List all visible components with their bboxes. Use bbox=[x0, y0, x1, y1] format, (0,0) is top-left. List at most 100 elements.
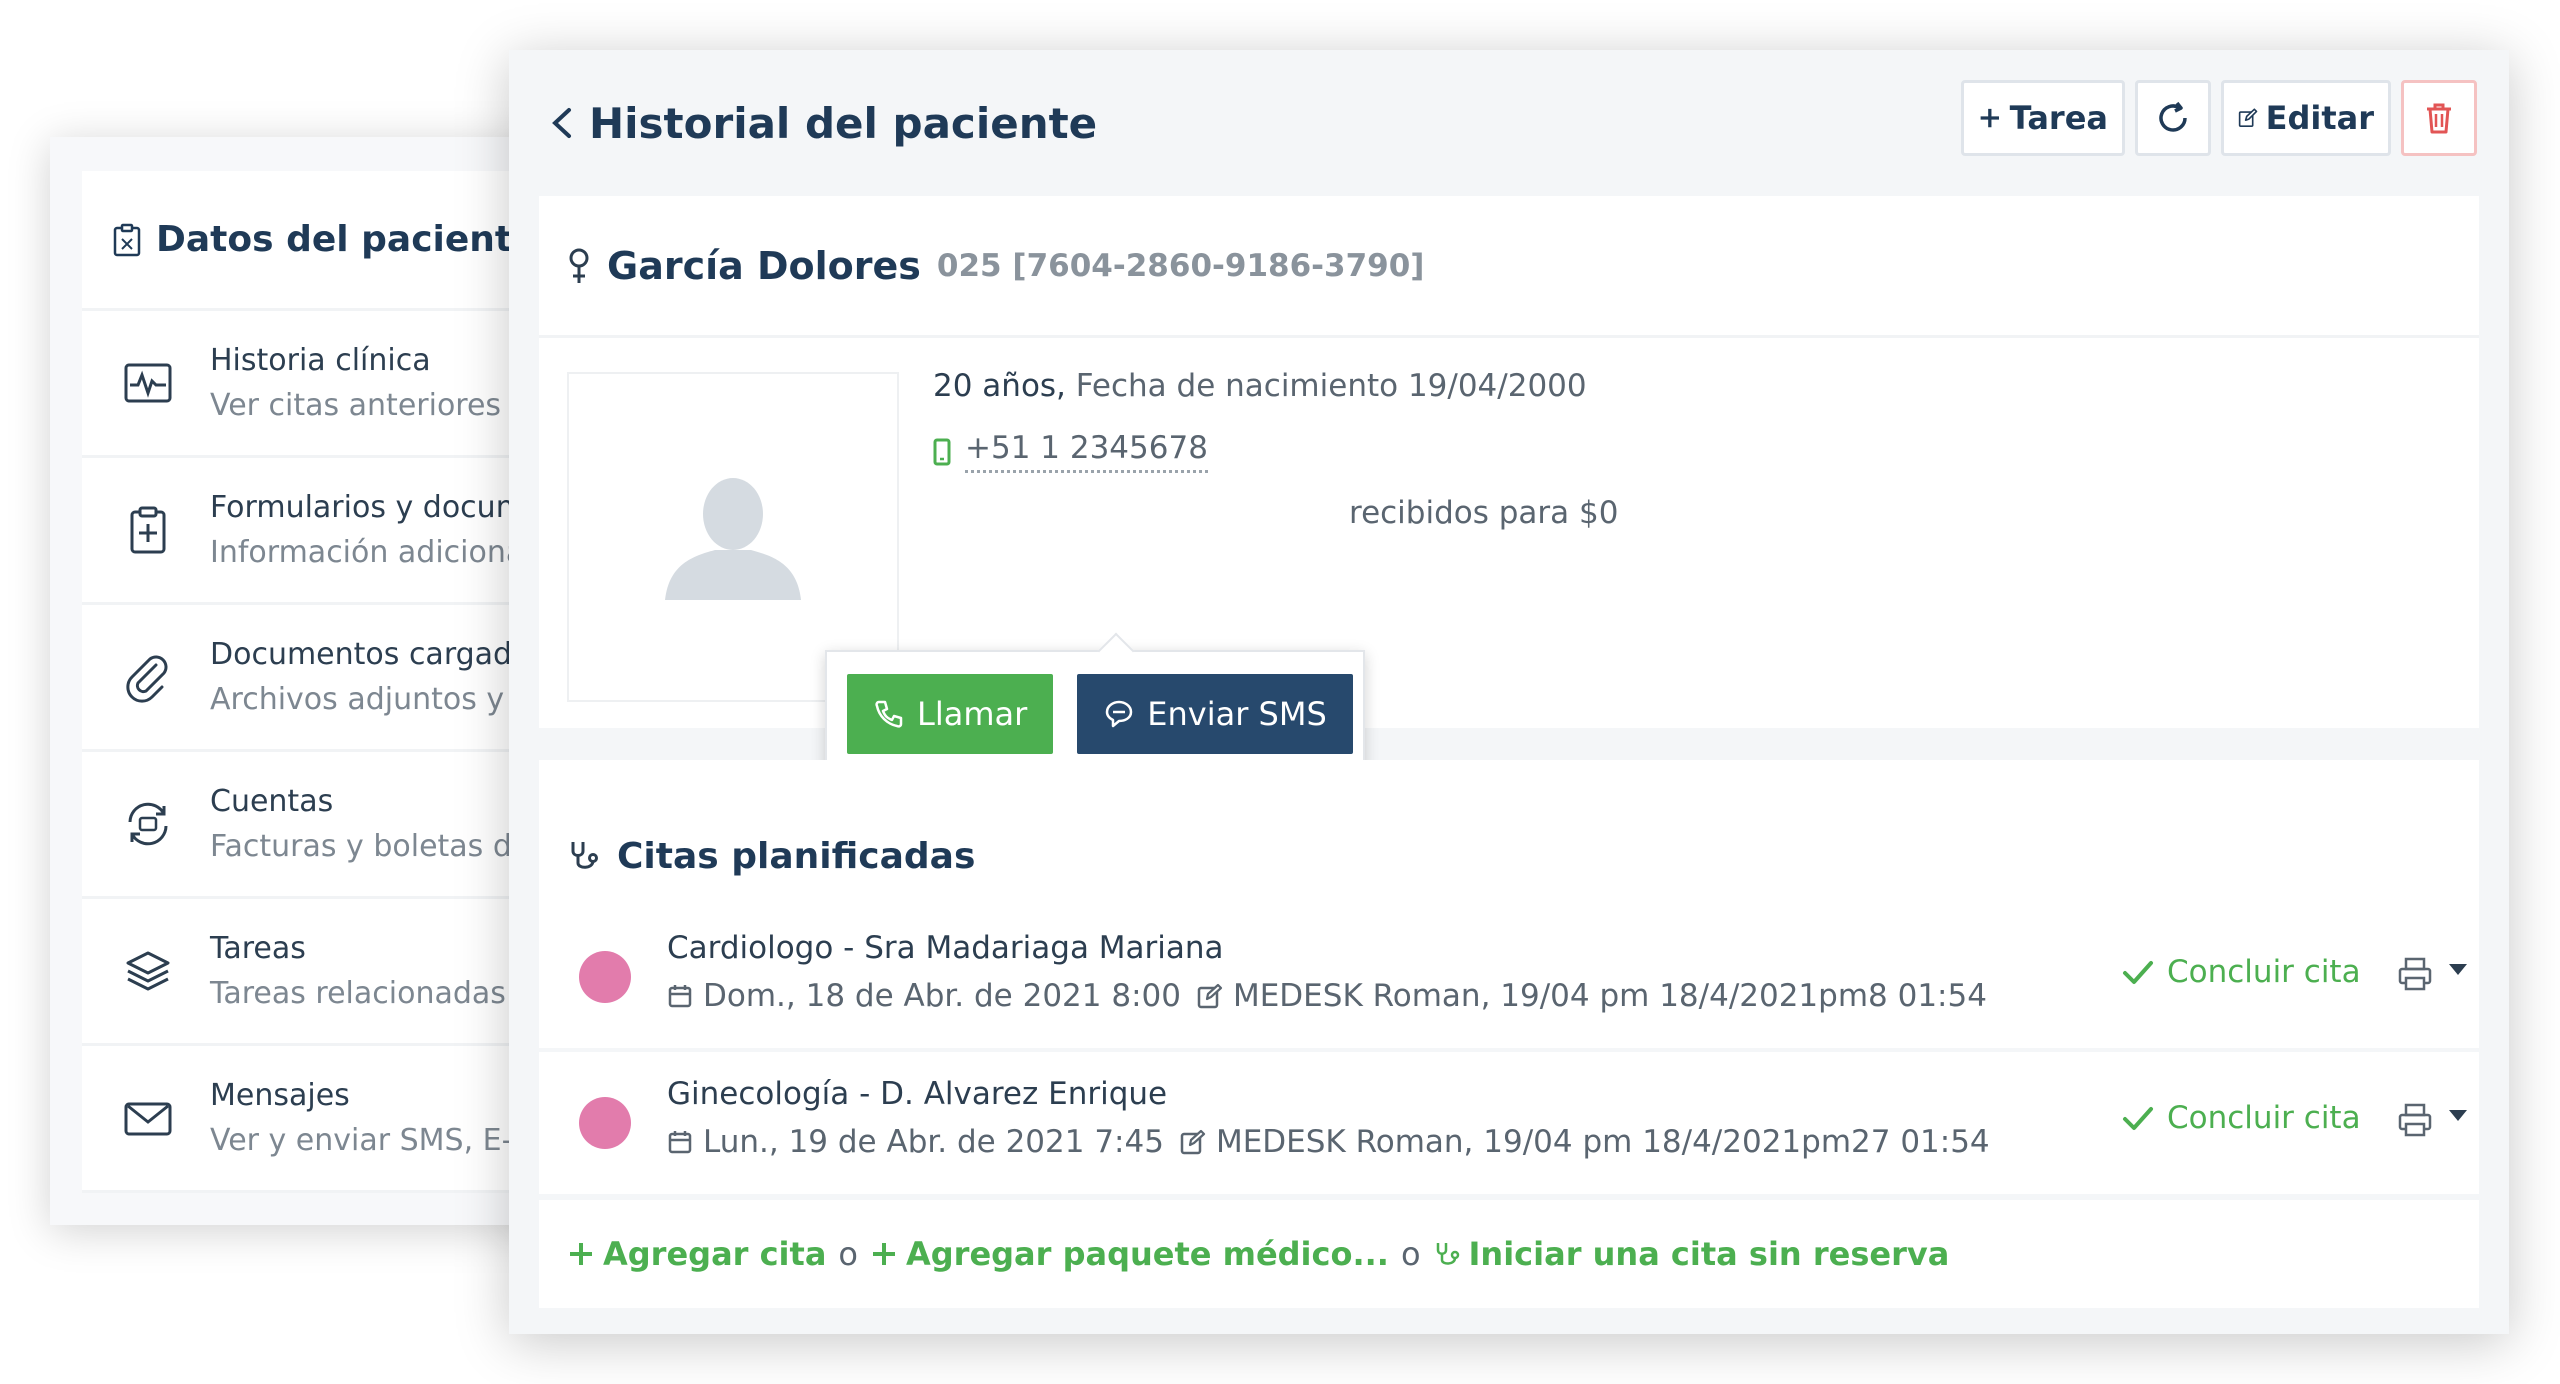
patient-data-panel: Datos del paciente Historia clínica Ver … bbox=[50, 137, 570, 1225]
separator-or: o bbox=[838, 1235, 858, 1273]
refresh-cash-icon bbox=[128, 802, 168, 846]
sidebar-item-subtitle: Facturas y boletas de bbox=[210, 829, 531, 864]
plus-icon bbox=[1980, 108, 1999, 128]
sidebar-item-subtitle: Ver citas anteriores bbox=[210, 388, 502, 423]
appointment-date: Dom., 18 de Abr. de 2021 8:00 bbox=[703, 978, 1181, 1014]
appointment-status-dot bbox=[579, 951, 631, 1003]
patient-birthdate: Fecha de nacimiento 19/04/2000 bbox=[1075, 368, 1587, 404]
appointment-actions: Agregar cita o Agregar paquete médico...… bbox=[539, 1200, 2479, 1308]
page-title: Historial del paciente bbox=[589, 98, 1098, 148]
patient-name-row: García Dolores 025 [7604-2860-9186-3790] bbox=[539, 196, 2479, 338]
payments-text: recibidos para $0 bbox=[1349, 495, 1619, 531]
trash-icon bbox=[2427, 103, 2451, 134]
heart-monitor-icon bbox=[124, 363, 172, 403]
stethoscope-icon bbox=[571, 842, 598, 869]
walk-in-appointment-label: Iniciar una cita sin reserva bbox=[1468, 1235, 1950, 1273]
layers-icon bbox=[126, 951, 170, 991]
appointment-row[interactable]: Cardiologo - Sra Madariaga Mariana Dom.,… bbox=[539, 906, 2479, 1048]
add-task-button[interactable]: Tarea bbox=[1961, 80, 2125, 156]
toolbar: Tarea Editar bbox=[1961, 80, 2477, 156]
walk-in-appointment-link[interactable]: Iniciar una cita sin reserva bbox=[1433, 1235, 1950, 1273]
add-medical-package-link[interactable]: Agregar paquete médico... bbox=[870, 1235, 1389, 1273]
appointment-details: Dom., 18 de Abr. de 2021 8:00 MEDESK Rom… bbox=[667, 978, 1987, 1014]
caret-down-icon[interactable] bbox=[2449, 1110, 2467, 1122]
sidebar-item-subtitle: Ver y enviar SMS, E-m bbox=[210, 1123, 542, 1158]
sidebar-item-tasks[interactable]: Tareas Tareas relacionadas bbox=[82, 899, 570, 1046]
printer-icon[interactable] bbox=[2397, 956, 2433, 992]
patient-age: 20 años, bbox=[933, 368, 1066, 404]
calendar-icon bbox=[668, 985, 692, 1008]
sidebar-item-title: Documentos cargad bbox=[210, 637, 513, 672]
separator-or: o bbox=[1400, 1235, 1421, 1273]
refresh-button[interactable] bbox=[2135, 80, 2211, 156]
delete-button[interactable] bbox=[2401, 80, 2477, 156]
appointment-title: Cardiologo - Sra Madariaga Mariana bbox=[667, 930, 1224, 966]
sidebar-item-subtitle: Tareas relacionadas bbox=[210, 976, 506, 1011]
sidebar-item-title: Cuentas bbox=[210, 784, 334, 819]
sidebar-item-uploaded-documents[interactable]: Documentos cargad Archivos adjuntos y d bbox=[82, 605, 570, 752]
patient-history-panel: Historial del paciente Tarea Editar Garc… bbox=[509, 50, 2509, 1334]
appointment-title: Ginecología - D. Alvarez Enrique bbox=[667, 1076, 1168, 1112]
edit-icon bbox=[1180, 1129, 1206, 1155]
edit-icon bbox=[2238, 108, 2258, 127]
mobile-phone-icon bbox=[933, 438, 951, 465]
sidebar-item-title: Tareas bbox=[210, 931, 306, 966]
phone-icon bbox=[875, 700, 903, 728]
patient-id: 025 [7604-2860-9186-3790] bbox=[936, 247, 1425, 284]
patient-data-title: Datos del paciente bbox=[156, 219, 537, 260]
conclude-appointment-button[interactable]: Concluir cita bbox=[2121, 954, 2361, 990]
add-appointment-label: Agregar cita bbox=[603, 1235, 827, 1273]
appointment-meta: MEDESK Roman, 19/04 pm 18/4/2021pm27 01:… bbox=[1215, 1124, 1990, 1160]
sidebar-item-accounts[interactable]: Cuentas Facturas y boletas de bbox=[82, 752, 570, 899]
patient-phone[interactable]: +51 1 2345678 bbox=[965, 430, 1208, 473]
add-appointment-link[interactable]: Agregar cita bbox=[567, 1235, 826, 1273]
patient-name: García Dolores bbox=[607, 243, 921, 288]
edit-button[interactable]: Editar bbox=[2221, 80, 2391, 156]
chevron-left-icon[interactable] bbox=[549, 106, 575, 140]
sidebar-item-clinical-history[interactable]: Historia clínica Ver citas anteriores bbox=[82, 311, 570, 458]
female-icon bbox=[569, 248, 589, 283]
send-sms-button[interactable]: Enviar SMS bbox=[1077, 674, 1353, 754]
check-icon bbox=[2123, 1107, 2153, 1130]
add-medical-package-label: Agregar paquete médico... bbox=[905, 1235, 1389, 1273]
sidebar-item-title: Historia clínica bbox=[210, 343, 431, 378]
appointment-row[interactable]: Ginecología - D. Alvarez Enrique Lun., 1… bbox=[539, 1052, 2479, 1194]
envelope-icon bbox=[124, 1102, 172, 1136]
appointment-meta: MEDESK Roman, 19/04 pm 18/4/2021pm8 01:5… bbox=[1232, 978, 1987, 1014]
call-label: Llamar bbox=[917, 695, 1028, 733]
patient-phone-row: +51 1 2345678 bbox=[933, 430, 1618, 473]
patient-card: García Dolores 025 [7604-2860-9186-3790]… bbox=[539, 196, 2479, 778]
paperclip-icon bbox=[126, 655, 168, 703]
call-button[interactable]: Llamar bbox=[847, 674, 1054, 754]
plus-icon bbox=[872, 1243, 895, 1265]
sidebar-item-title: Mensajes bbox=[210, 1078, 350, 1113]
conclude-appointment-button[interactable]: Concluir cita bbox=[2121, 1100, 2361, 1136]
patient-payments: recibidos para $0 bbox=[933, 495, 1618, 531]
conclude-label: Concluir cita bbox=[2167, 954, 2361, 990]
patient-data-header: Datos del paciente bbox=[82, 171, 570, 311]
sidebar-item-subtitle: Información adiciona bbox=[210, 535, 525, 570]
plus-icon bbox=[570, 1243, 592, 1265]
clipboard-plus-icon bbox=[130, 506, 166, 554]
calendar-icon bbox=[668, 1131, 692, 1154]
appointments-title: Citas planificadas bbox=[617, 835, 976, 877]
caret-down-icon[interactable] bbox=[2449, 964, 2467, 976]
conclude-label: Concluir cita bbox=[2167, 1100, 2361, 1136]
appointment-details: Lun., 19 de Abr. de 2021 7:45 MEDESK Rom… bbox=[667, 1124, 1990, 1160]
printer-icon[interactable] bbox=[2397, 1102, 2433, 1138]
sidebar-item-subtitle: Archivos adjuntos y d bbox=[210, 682, 533, 717]
chat-bubbles-icon bbox=[1106, 700, 1133, 728]
patient-age-birth: 20 años, Fecha de nacimiento 19/04/2000 bbox=[933, 368, 1618, 404]
sidebar-item-messages[interactable]: Mensajes Ver y enviar SMS, E-m bbox=[82, 1046, 570, 1193]
appointment-date: Lun., 19 de Abr. de 2021 7:45 bbox=[703, 1124, 1164, 1160]
sidebar-item-forms[interactable]: Formularios y docum Información adiciona bbox=[82, 458, 570, 605]
appointment-status-dot bbox=[579, 1097, 631, 1149]
add-task-label: Tarea bbox=[2009, 99, 2108, 137]
sidebar-item-title: Formularios y docum bbox=[210, 490, 525, 525]
phone-actions-popover: Llamar Enviar SMS bbox=[825, 650, 1365, 778]
stethoscope-icon bbox=[1436, 1243, 1459, 1265]
patient-data-list: Datos del paciente Historia clínica Ver … bbox=[82, 171, 570, 1193]
send-sms-label: Enviar SMS bbox=[1147, 695, 1327, 733]
avatar-placeholder-icon bbox=[665, 478, 801, 600]
clipboard-icon bbox=[113, 223, 141, 256]
